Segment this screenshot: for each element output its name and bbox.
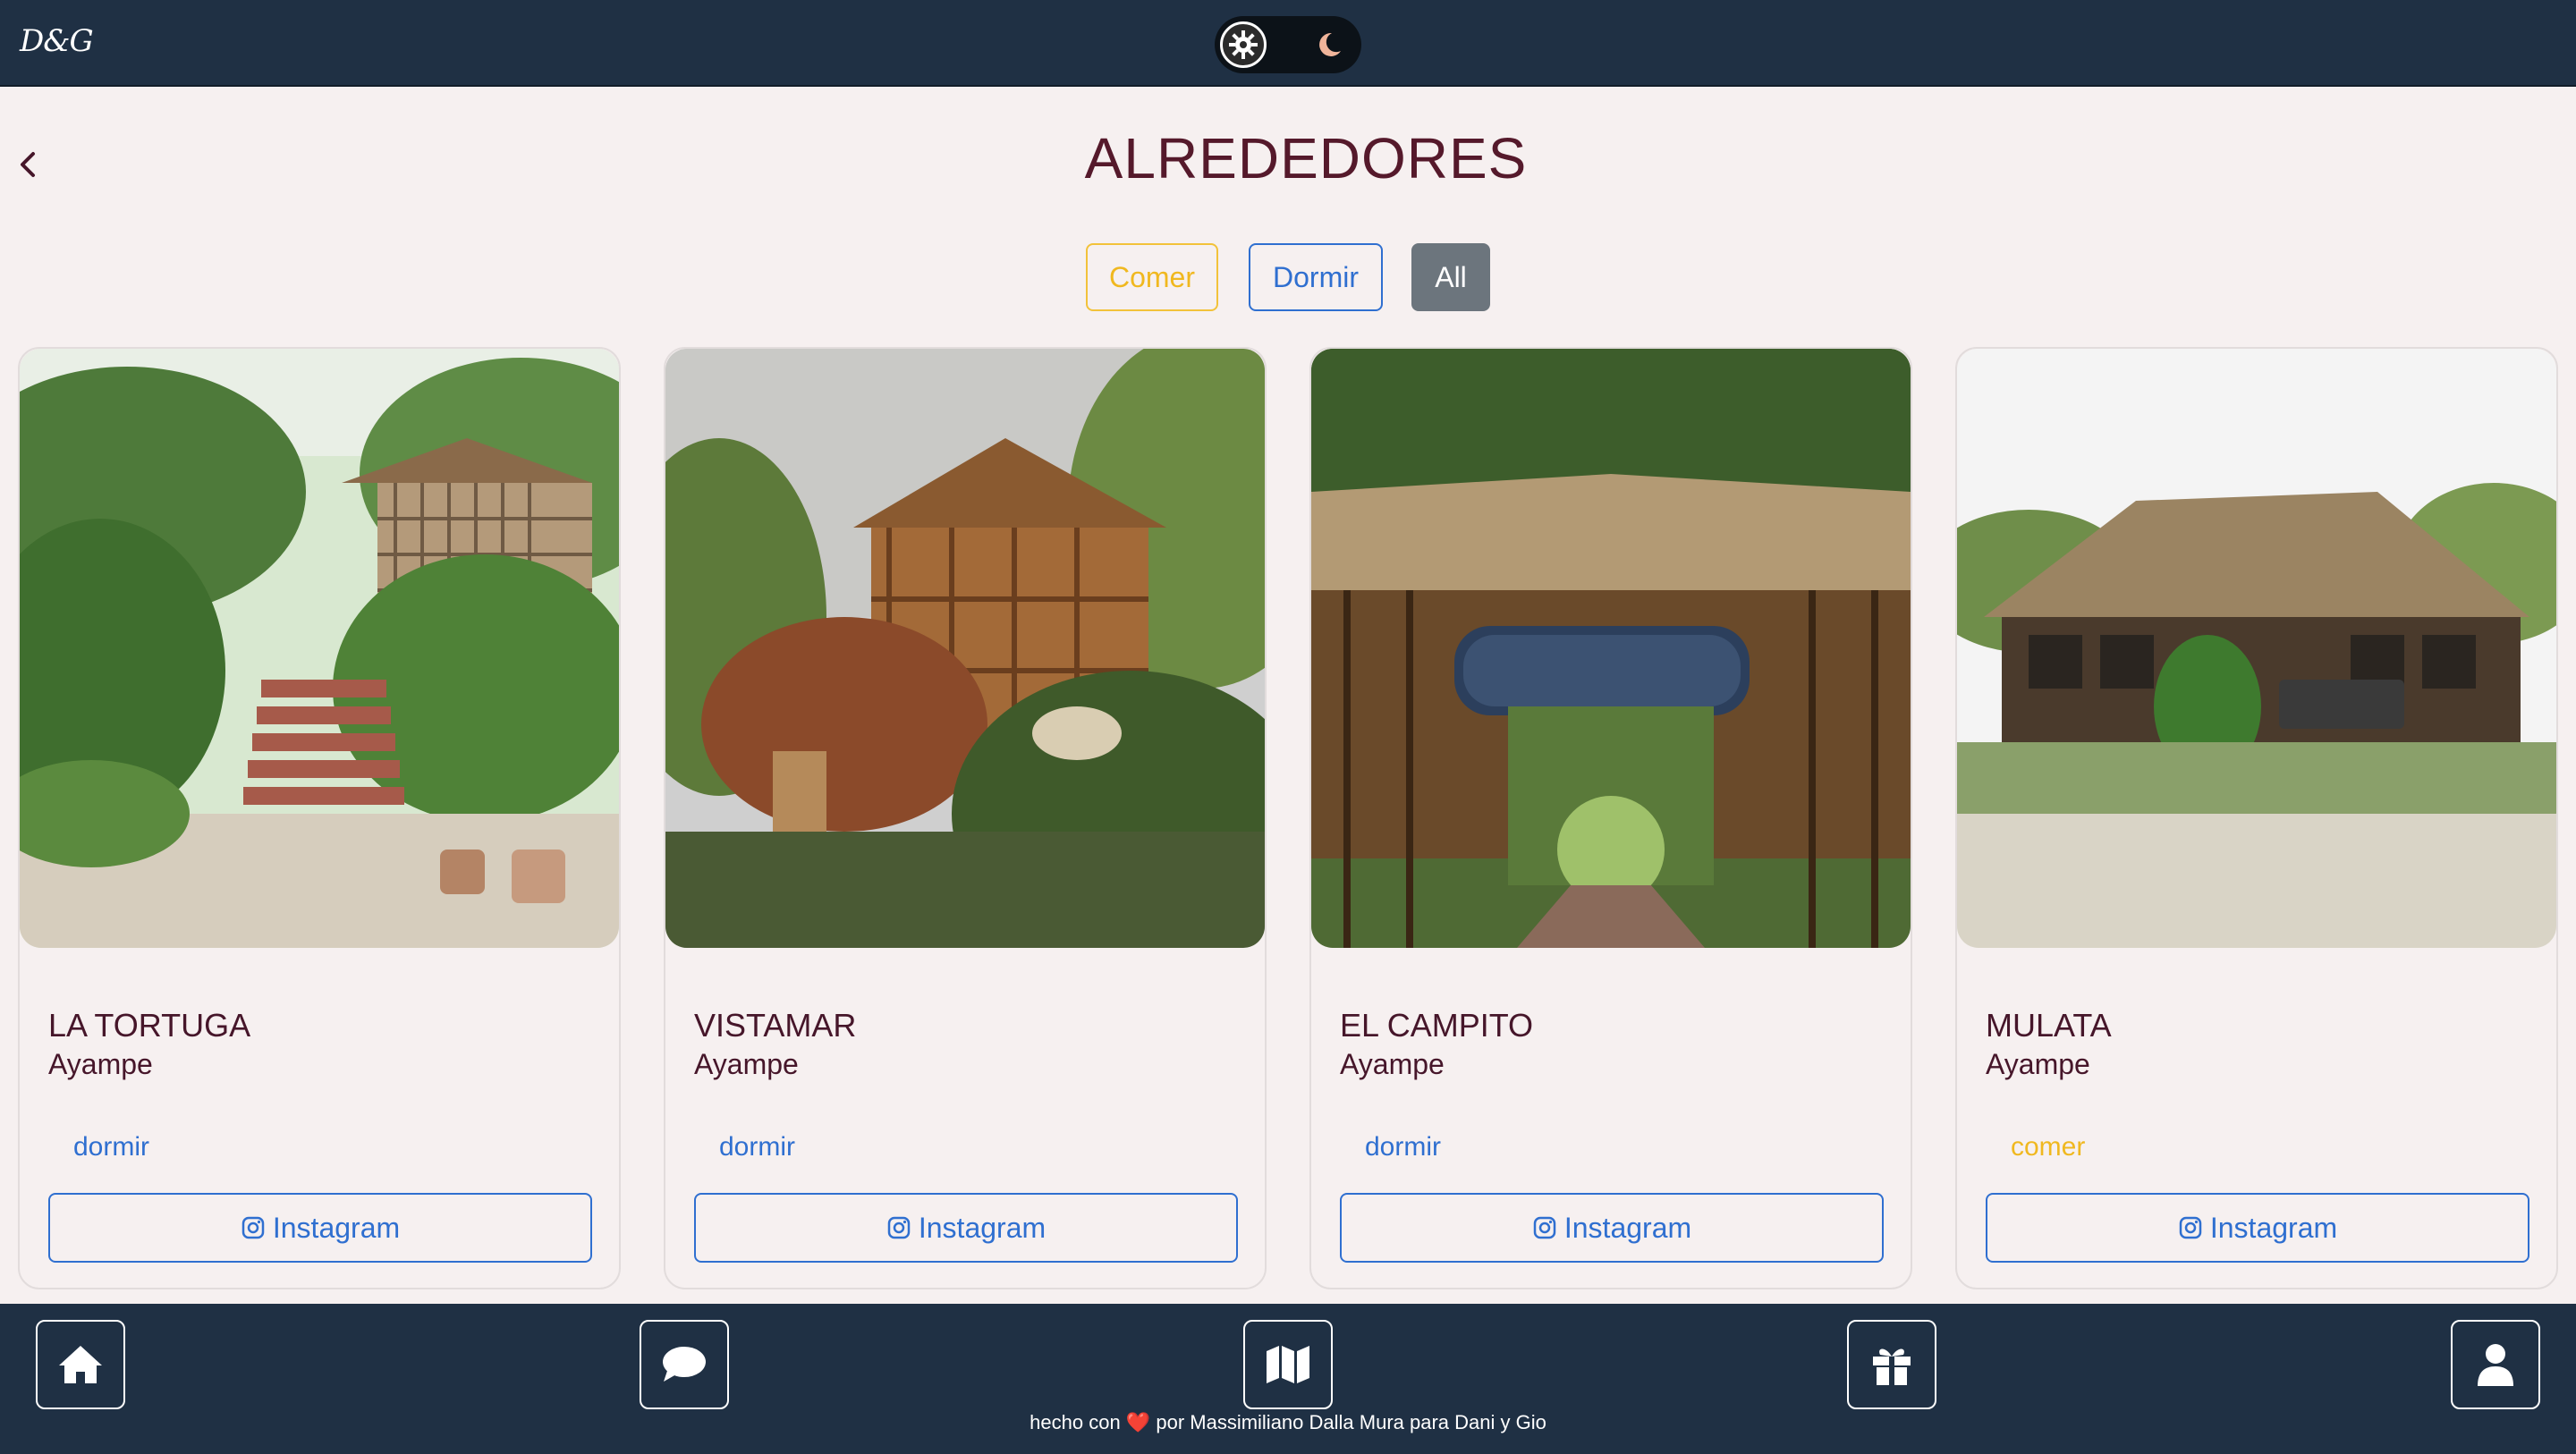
filter-comer-button[interactable]: Comer bbox=[1086, 243, 1218, 311]
place-name: MULATA bbox=[1986, 1007, 2112, 1044]
sun-gear-icon bbox=[1220, 21, 1267, 68]
category-tag: dormir bbox=[73, 1132, 150, 1162]
instagram-icon bbox=[2179, 1216, 2202, 1239]
place-name: VISTAMAR bbox=[694, 1007, 857, 1044]
map-icon bbox=[1267, 1346, 1309, 1383]
footer-credit: hecho con ❤️ por Massimiliano Dalla Mura… bbox=[0, 1411, 2576, 1434]
instagram-label: Instagram bbox=[918, 1211, 1046, 1244]
nav-home-button[interactable] bbox=[36, 1320, 125, 1409]
instagram-label: Instagram bbox=[2209, 1211, 2338, 1244]
instagram-button[interactable]: Instagram bbox=[48, 1193, 592, 1263]
place-name: LA TORTUGA bbox=[48, 1007, 251, 1044]
chat-bubble-icon bbox=[663, 1347, 706, 1382]
nav-chat-button[interactable] bbox=[640, 1320, 729, 1409]
place-card: MULATA Ayampe comer Instagram bbox=[1955, 347, 2558, 1289]
moon-icon bbox=[1308, 23, 1351, 66]
instagram-button[interactable]: Instagram bbox=[694, 1193, 1238, 1263]
theme-toggle[interactable] bbox=[1215, 16, 1361, 73]
instagram-icon bbox=[887, 1216, 911, 1239]
home-icon bbox=[59, 1346, 102, 1383]
nav-map-button[interactable] bbox=[1243, 1320, 1333, 1409]
instagram-label: Instagram bbox=[1563, 1211, 1692, 1244]
instagram-icon bbox=[242, 1216, 265, 1239]
nav-profile-button[interactable] bbox=[2451, 1320, 2540, 1409]
instagram-icon bbox=[1533, 1216, 1556, 1239]
heart-icon: ❤️ bbox=[1125, 1411, 1151, 1433]
instagram-button[interactable]: Instagram bbox=[1340, 1193, 1884, 1263]
filter-all-button[interactable]: All bbox=[1411, 243, 1490, 311]
category-tag: dormir bbox=[1365, 1132, 1442, 1162]
category-tag: dormir bbox=[719, 1132, 796, 1162]
gift-icon bbox=[1873, 1348, 1911, 1385]
category-tag: comer bbox=[2011, 1132, 2086, 1162]
nav-gift-button[interactable] bbox=[1847, 1320, 1936, 1409]
place-location: Ayampe bbox=[1986, 1048, 2090, 1080]
footer-suffix: por Massimiliano Dalla Mura para Dani y … bbox=[1156, 1411, 1546, 1433]
instagram-button[interactable]: Instagram bbox=[1986, 1193, 2529, 1263]
top-navbar: D&G bbox=[0, 0, 2576, 87]
place-photo bbox=[665, 349, 1265, 948]
filter-dormir-button[interactable]: Dormir bbox=[1249, 243, 1383, 311]
place-photo bbox=[20, 349, 619, 948]
instagram-label: Instagram bbox=[272, 1211, 401, 1244]
place-name: EL CAMPITO bbox=[1340, 1007, 1534, 1044]
page-title: ALREDEDORES bbox=[1084, 126, 1528, 190]
place-location: Ayampe bbox=[48, 1048, 153, 1080]
place-location: Ayampe bbox=[694, 1048, 799, 1080]
footer-prefix: hecho con bbox=[1030, 1411, 1121, 1433]
place-card: EL CAMPITO Ayampe dormir Instagram bbox=[1309, 347, 1912, 1289]
place-card: LA TORTUGA Ayampe dormir Instagram bbox=[18, 347, 621, 1289]
place-location: Ayampe bbox=[1340, 1048, 1445, 1080]
place-card: VISTAMAR Ayampe dormir Instagram bbox=[664, 347, 1267, 1289]
place-photo bbox=[1957, 349, 2556, 948]
user-icon bbox=[2478, 1344, 2513, 1386]
logo: D&G bbox=[20, 23, 94, 59]
place-photo bbox=[1311, 349, 1911, 948]
